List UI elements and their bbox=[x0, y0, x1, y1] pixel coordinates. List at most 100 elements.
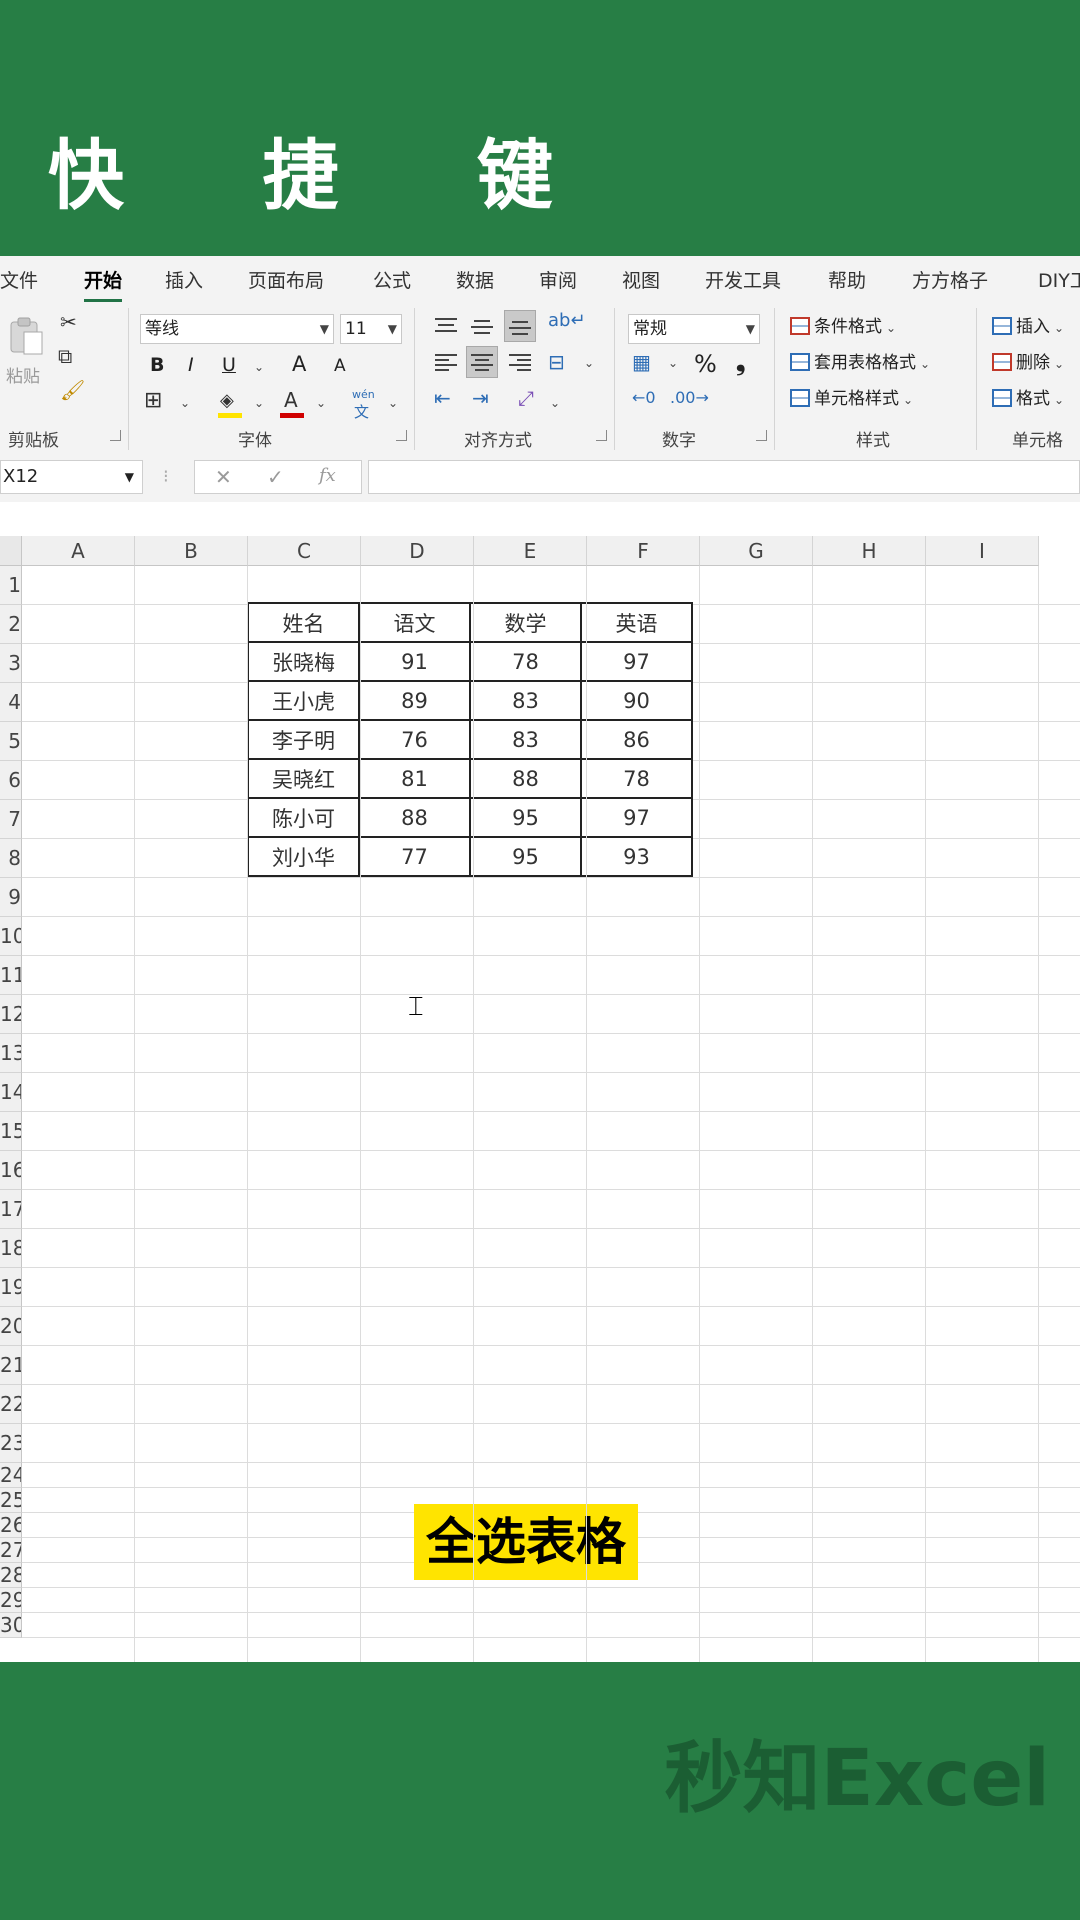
table-cell[interactable]: 90 bbox=[580, 680, 693, 721]
table-cell[interactable]: 88 bbox=[358, 797, 471, 838]
decrease-indent-icon[interactable]: ⇤ bbox=[434, 388, 451, 408]
table-header-cell[interactable]: 数学 bbox=[469, 602, 582, 643]
shrink-font-button[interactable]: A bbox=[334, 356, 346, 376]
table-header-cell[interactable]: 英语 bbox=[580, 602, 693, 643]
tab-review[interactable]: 审阅 bbox=[539, 266, 577, 293]
column-header[interactable]: E bbox=[474, 536, 587, 566]
row-header[interactable]: 10 bbox=[0, 917, 22, 956]
tab-insert[interactable]: 插入 bbox=[165, 266, 203, 293]
increase-indent-icon[interactable]: ⇥ bbox=[472, 388, 489, 408]
row-header[interactable]: 12 bbox=[0, 995, 22, 1034]
table-cell[interactable]: 97 bbox=[580, 797, 693, 838]
table-cell[interactable]: 刘小华 bbox=[247, 836, 360, 877]
insert-function-icon[interactable]: fx bbox=[319, 465, 336, 486]
row-header[interactable]: 4 bbox=[0, 683, 22, 722]
merge-center-icon[interactable]: ⊟ bbox=[548, 352, 565, 372]
row-header[interactable]: 8 bbox=[0, 839, 22, 878]
table-cell[interactable]: 83 bbox=[469, 680, 582, 721]
column-header[interactable]: I bbox=[926, 536, 1039, 566]
table-cell[interactable]: 76 bbox=[358, 719, 471, 760]
tab-file[interactable]: 文件 bbox=[0, 266, 38, 293]
underline-button[interactable]: U bbox=[222, 354, 236, 376]
font-size-combo[interactable]: 11 ▼ bbox=[340, 314, 402, 344]
row-header[interactable]: 28 bbox=[0, 1563, 22, 1588]
row-header[interactable]: 9 bbox=[0, 878, 22, 917]
column-header[interactable]: A bbox=[22, 536, 135, 566]
table-cell[interactable]: 95 bbox=[469, 836, 582, 877]
chevron-down-icon[interactable]: ⌄ bbox=[668, 356, 678, 370]
italic-button[interactable]: I bbox=[188, 354, 194, 376]
row-header[interactable]: 18 bbox=[0, 1229, 22, 1268]
chevron-down-icon[interactable]: ⌄ bbox=[550, 396, 560, 410]
conditional-formatting-button[interactable]: 条件格式 ⌄ bbox=[790, 312, 896, 337]
tab-formulas[interactable]: 公式 bbox=[373, 266, 411, 293]
row-header[interactable]: 14 bbox=[0, 1073, 22, 1112]
grow-font-button[interactable]: A bbox=[292, 352, 306, 376]
comma-button[interactable]: ❟ bbox=[736, 348, 745, 376]
tab-view[interactable]: 视图 bbox=[622, 266, 660, 293]
currency-icon[interactable]: ▦ bbox=[632, 352, 651, 372]
row-header[interactable]: 19 bbox=[0, 1268, 22, 1307]
table-cell[interactable]: 86 bbox=[580, 719, 693, 760]
worksheet-grid[interactable]: 3029282726252423222120191817161514131211… bbox=[0, 536, 1080, 1662]
wrap-text-icon[interactable]: ab↵ bbox=[548, 312, 586, 330]
format-as-table-button[interactable]: 套用表格格式 ⌄ bbox=[790, 348, 930, 373]
copy-icon[interactable]: ⧉ bbox=[58, 346, 72, 366]
number-format-combo[interactable]: 常规 ▼ bbox=[628, 314, 760, 344]
chevron-down-icon[interactable]: ⌄ bbox=[254, 360, 264, 374]
tab-developer[interactable]: 开发工具 bbox=[705, 266, 781, 293]
row-header[interactable]: 29 bbox=[0, 1588, 22, 1613]
row-header[interactable]: 2 bbox=[0, 605, 22, 644]
row-header[interactable]: 25 bbox=[0, 1488, 22, 1513]
row-header[interactable]: 1 bbox=[0, 566, 22, 605]
format-cells-button[interactable]: 格式 ⌄ bbox=[992, 384, 1064, 409]
row-header[interactable]: 24 bbox=[0, 1463, 22, 1488]
formula-bar-grip-icon[interactable]: ⁝ bbox=[163, 466, 169, 487]
paste-label[interactable]: 粘贴 bbox=[6, 362, 40, 387]
delete-cells-button[interactable]: 删除 ⌄ bbox=[992, 348, 1064, 373]
table-cell[interactable]: 83 bbox=[469, 719, 582, 760]
align-right-icon[interactable] bbox=[504, 346, 536, 378]
row-header[interactable]: 5 bbox=[0, 722, 22, 761]
cut-icon[interactable]: ✂ bbox=[60, 312, 77, 332]
table-cell[interactable]: 93 bbox=[580, 836, 693, 877]
borders-icon[interactable]: ⊞ bbox=[144, 390, 162, 412]
table-cell[interactable]: 88 bbox=[469, 758, 582, 799]
column-header[interactable]: C bbox=[248, 536, 361, 566]
column-header[interactable]: B bbox=[135, 536, 248, 566]
bold-button[interactable]: B bbox=[150, 354, 164, 376]
enter-icon[interactable]: ✓ bbox=[267, 465, 284, 489]
row-header[interactable]: 15 bbox=[0, 1112, 22, 1151]
formula-input[interactable] bbox=[368, 460, 1080, 494]
table-cell[interactable]: 李子明 bbox=[247, 719, 360, 760]
number-launcher-icon[interactable] bbox=[756, 430, 767, 441]
row-header[interactable]: 23 bbox=[0, 1424, 22, 1463]
row-header[interactable]: 16 bbox=[0, 1151, 22, 1190]
chevron-down-icon[interactable]: ⌄ bbox=[316, 396, 326, 410]
decrease-decimal-icon[interactable]: .00→ bbox=[670, 390, 709, 406]
alignment-launcher-icon[interactable] bbox=[596, 430, 607, 441]
format-painter-icon[interactable]: 🖌 bbox=[60, 380, 85, 400]
row-header[interactable]: 22 bbox=[0, 1385, 22, 1424]
align-middle-icon[interactable] bbox=[466, 310, 498, 342]
tab-page-layout[interactable]: 页面布局 bbox=[248, 266, 324, 293]
font-launcher-icon[interactable] bbox=[396, 430, 407, 441]
column-header[interactable]: D bbox=[361, 536, 474, 566]
align-top-icon[interactable] bbox=[430, 310, 462, 342]
chevron-down-icon[interactable]: ⌄ bbox=[388, 396, 398, 410]
row-header[interactable]: 11 bbox=[0, 956, 22, 995]
table-cell[interactable]: 81 bbox=[358, 758, 471, 799]
chevron-down-icon[interactable]: ⌄ bbox=[180, 396, 190, 410]
align-bottom-icon[interactable] bbox=[504, 310, 536, 342]
row-header[interactable]: 6 bbox=[0, 761, 22, 800]
table-cell[interactable]: 89 bbox=[358, 680, 471, 721]
align-left-icon[interactable] bbox=[430, 346, 462, 378]
align-center-icon[interactable] bbox=[466, 346, 498, 378]
column-header[interactable]: G bbox=[700, 536, 813, 566]
phonetic-icon[interactable]: wén 文 bbox=[350, 388, 380, 421]
table-header-cell[interactable]: 姓名 bbox=[247, 602, 360, 643]
row-header[interactable]: 7 bbox=[0, 800, 22, 839]
tab-fangfang[interactable]: 方方格子 bbox=[912, 266, 988, 293]
tab-diy[interactable]: DIY工 bbox=[1038, 266, 1080, 293]
column-header[interactable]: H bbox=[813, 536, 926, 566]
